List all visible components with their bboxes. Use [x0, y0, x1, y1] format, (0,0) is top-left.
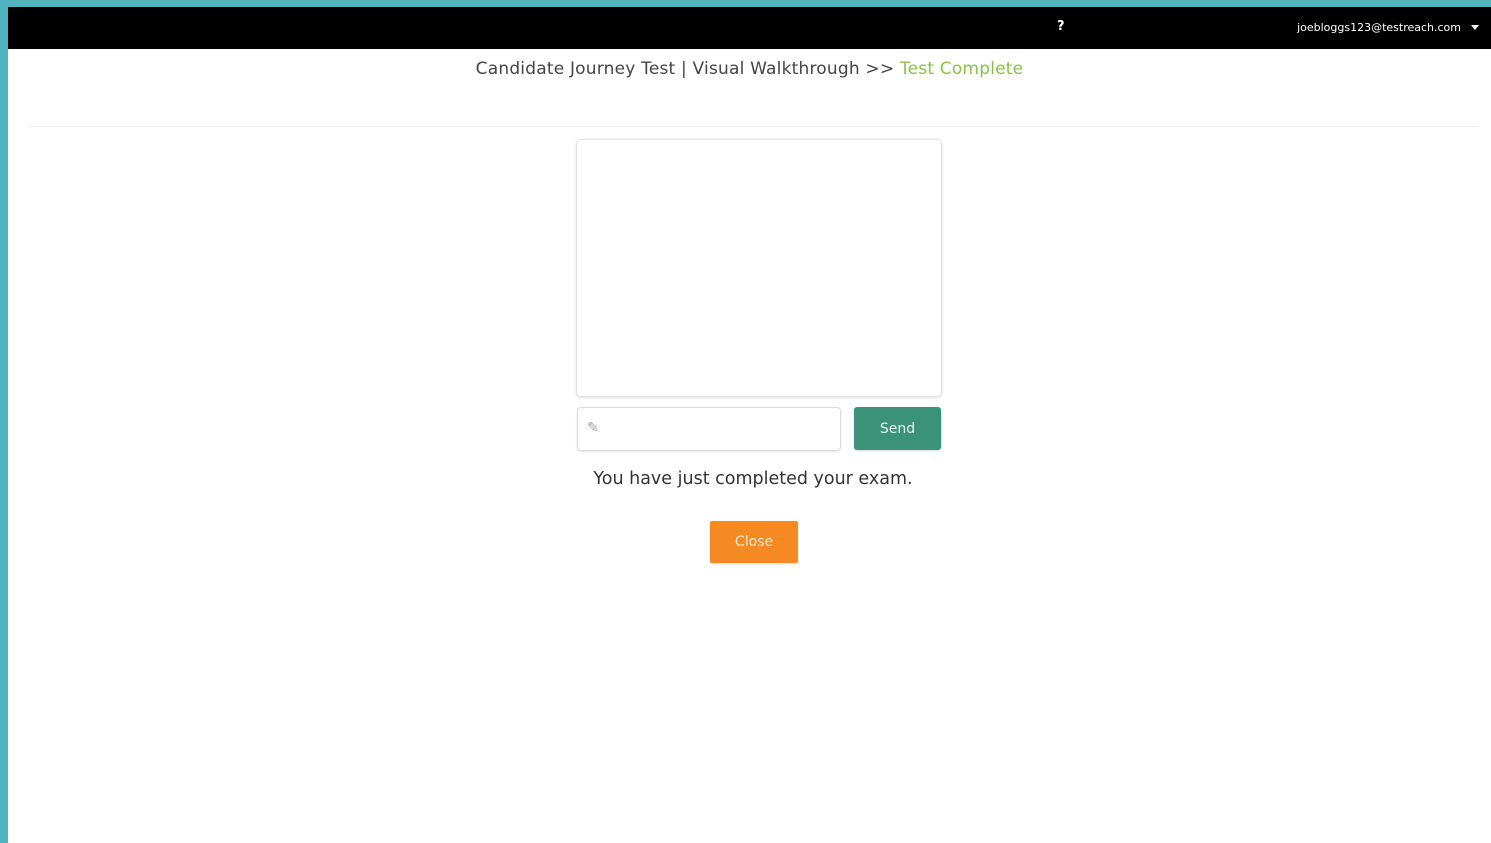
chat-input-field[interactable]: ✎ — [577, 407, 841, 451]
top-bar: ? joebloggs123@testreach.com — [8, 7, 1491, 49]
chat-messages-panel[interactable] — [576, 139, 942, 397]
app-window: ? joebloggs123@testreach.com Candidate J… — [8, 7, 1491, 843]
breadcrumb: Candidate Journey Test | Visual Walkthro… — [8, 59, 1491, 79]
send-button[interactable]: Send — [854, 407, 941, 450]
chat-input[interactable] — [606, 408, 836, 450]
user-menu[interactable]: joebloggs123@testreach.com — [1297, 21, 1479, 34]
completion-message: You have just completed your exam. — [593, 469, 913, 489]
user-email: joebloggs123@testreach.com — [1297, 21, 1461, 34]
help-button[interactable]: ? — [1057, 19, 1065, 34]
header-divider — [28, 126, 1479, 127]
close-button[interactable]: Close — [710, 521, 798, 563]
breadcrumb-path: Candidate Journey Test | Visual Walkthro… — [475, 59, 895, 79]
pencil-icon: ✎ — [587, 420, 599, 436]
breadcrumb-current: Test Complete — [899, 59, 1024, 79]
caret-down-icon — [1471, 25, 1479, 30]
